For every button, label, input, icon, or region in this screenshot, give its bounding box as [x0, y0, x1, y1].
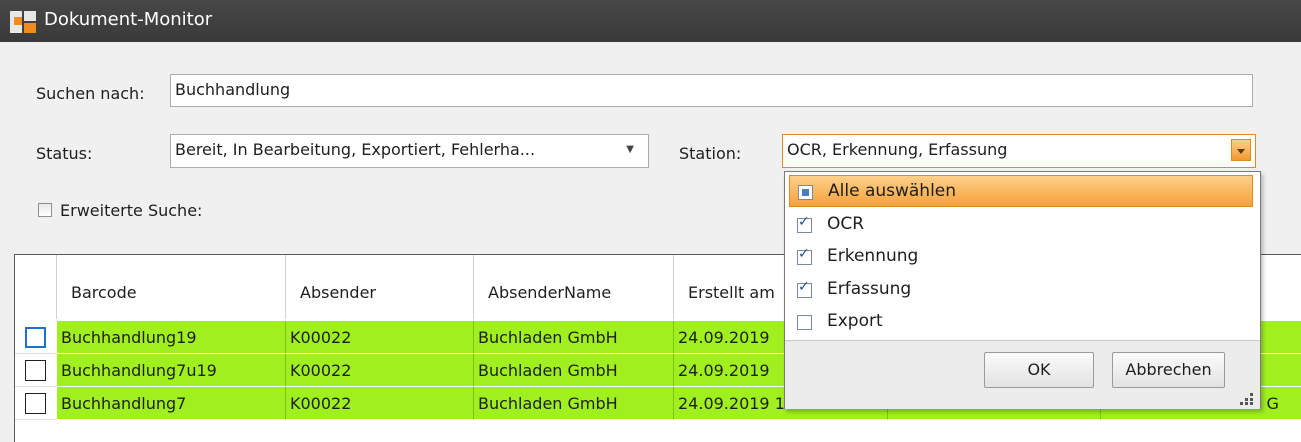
erkennung-checkbox[interactable]: [797, 246, 812, 265]
select-all-checkbox[interactable]: [798, 185, 813, 200]
row-checkbox[interactable]: [25, 327, 46, 348]
window-title: Dokument-Monitor: [44, 9, 213, 30]
cell-absendername: Buchladen GmbH: [474, 321, 674, 354]
export-checkbox[interactable]: [797, 315, 812, 330]
resize-grip-icon[interactable]: [1240, 391, 1254, 405]
row-checkbox[interactable]: [25, 360, 46, 381]
cell-absender: K00022: [286, 387, 474, 420]
advanced-search-label: Erweiterte Suche:: [60, 201, 203, 220]
cell-barcode: Buchhandlung19: [57, 321, 286, 354]
dropdown-item-erkennung[interactable]: Erkennung: [789, 241, 1253, 273]
cell-barcode: Buchhandlung7: [57, 387, 286, 420]
dropdown-item-label: Erkennung: [827, 246, 919, 266]
cell-absendername: Buchladen GmbH: [474, 354, 674, 387]
row-select[interactable]: [15, 387, 57, 420]
row-select[interactable]: [15, 354, 57, 387]
header-select-column[interactable]: [15, 255, 57, 319]
ok-button[interactable]: OK: [984, 352, 1094, 388]
header-absendername[interactable]: AbsenderName: [474, 255, 674, 319]
dropdown-item-label: OCR: [827, 214, 865, 234]
ocr-checkbox[interactable]: [797, 214, 812, 233]
cell-absender: K00022: [286, 321, 474, 354]
status-combobox[interactable]: Bereit, In Bearbeitung, Exportiert, Fehl…: [170, 134, 649, 168]
search-label: Suchen nach:: [36, 84, 145, 103]
row-select[interactable]: [15, 321, 57, 354]
status-label: Status:: [36, 144, 93, 163]
dropdown-item-export[interactable]: Export: [789, 306, 1253, 338]
dropdown-item-label: Erfassung: [827, 279, 912, 299]
chevron-down-icon[interactable]: ▼: [626, 135, 634, 165]
dropdown-item-ocr[interactable]: OCR: [789, 209, 1253, 241]
dropdown-item-label: Export: [827, 311, 883, 331]
cell-barcode: Buchhandlung7u19: [57, 354, 286, 387]
header-barcode[interactable]: Barcode: [57, 255, 286, 319]
station-combobox[interactable]: OCR, Erkennung, Erfassung: [782, 134, 1256, 168]
cell-absendername: Buchladen GmbH: [474, 387, 674, 420]
cancel-button[interactable]: Abbrechen: [1112, 352, 1225, 388]
dropdown-item-select-all[interactable]: Alle auswählen: [789, 175, 1253, 207]
cell-absender: K00022: [286, 354, 474, 387]
status-value: Bereit, In Bearbeitung, Exportiert, Fehl…: [175, 140, 536, 159]
dropdown-item-label: Alle auswählen: [828, 181, 957, 201]
app-logo-icon: [10, 11, 36, 33]
erfassung-checkbox[interactable]: [797, 279, 812, 298]
title-bar: Dokument-Monitor: [0, 0, 1301, 42]
station-value: OCR, Erkennung, Erfassung: [787, 140, 1008, 159]
dropdown-item-erfassung[interactable]: Erfassung: [789, 274, 1253, 306]
station-label: Station:: [679, 144, 742, 163]
advanced-search-checkbox[interactable]: [38, 203, 52, 217]
header-absender[interactable]: Absender: [286, 255, 474, 319]
station-dropdown-popup: Alle auswählen OCR Erkennung Erfassung E…: [784, 171, 1261, 409]
dropdown-footer: OK Abbrechen: [785, 340, 1260, 409]
row-checkbox[interactable]: [25, 393, 46, 414]
station-dropdown-button[interactable]: [1231, 139, 1251, 161]
search-input[interactable]: Buchhandlung: [170, 74, 1253, 107]
